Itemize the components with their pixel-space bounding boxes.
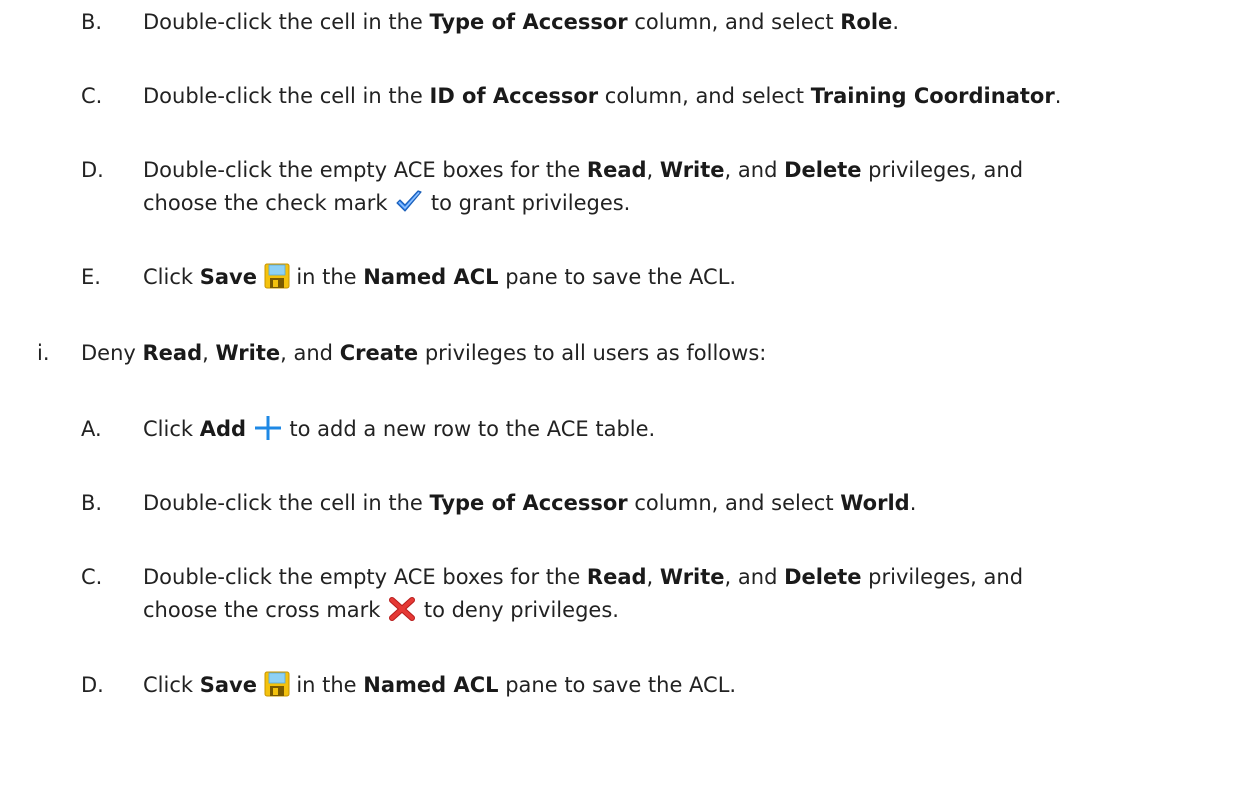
- text-segment: Deny: [81, 341, 143, 365]
- bold-term: Delete: [784, 565, 862, 589]
- bold-term: ID of Accessor: [429, 84, 599, 108]
- bold-term: Save: [199, 265, 257, 289]
- text-segment: choose the cross mark: [143, 598, 388, 622]
- text-segment: privileges, and: [861, 565, 1024, 589]
- bold-term: Delete: [784, 158, 862, 182]
- step-d1-text-line2: choose the check mark to grant privilege…: [143, 188, 630, 218]
- step-marker-e: E.: [81, 265, 101, 289]
- text-segment: Double-click the cell in the: [143, 491, 430, 515]
- text-segment: , and: [280, 341, 340, 365]
- bold-term: Type of Accessor: [429, 491, 628, 515]
- bold-term: Read: [142, 341, 203, 365]
- bold-term: Named ACL: [363, 265, 499, 289]
- bold-term: Named ACL: [363, 673, 499, 697]
- bold-term: Read: [586, 158, 647, 182]
- text-segment: Double-click the empty ACE boxes for the: [143, 158, 587, 182]
- text-segment: in the: [289, 265, 364, 289]
- step-c2-text-line2: choose the cross mark to deny privileges…: [143, 595, 619, 625]
- bold-term: Save: [199, 673, 257, 697]
- step-marker-d1: D.: [81, 158, 104, 182]
- text-segment: Double-click the empty ACE boxes for the: [143, 565, 587, 589]
- step-c2-text-line1: Double-click the empty ACE boxes for the…: [143, 562, 1023, 592]
- step-i-text: Deny Read, Write, and Create privileges …: [81, 338, 766, 368]
- add-icon: [253, 415, 283, 441]
- bold-term: Training Coordinator: [810, 84, 1055, 108]
- text-segment: Double-click the cell in the: [143, 84, 430, 108]
- text-segment: Double-click the cell in the: [143, 10, 430, 34]
- bold-term: Role: [840, 10, 893, 34]
- save-icon: [264, 263, 290, 289]
- text-segment: column, and select: [627, 10, 841, 34]
- step-marker-b2: B.: [81, 491, 103, 515]
- text-segment: to grant privileges.: [424, 191, 631, 215]
- text-segment: to deny privileges.: [417, 598, 619, 622]
- bold-term: Create: [339, 341, 419, 365]
- bold-term: Write: [215, 341, 281, 365]
- bold-term: Write: [659, 158, 725, 182]
- text-segment: Click: [143, 417, 200, 441]
- text-segment: Click: [143, 673, 200, 697]
- text-segment: .: [909, 491, 917, 515]
- checkmark-icon: [394, 189, 424, 215]
- text-segment: privileges to all users as follows:: [418, 341, 767, 365]
- bold-term: Read: [586, 565, 647, 589]
- text-segment: , and: [724, 158, 785, 182]
- text-segment: ,: [202, 341, 216, 365]
- text-segment: privileges, and: [861, 158, 1024, 182]
- text-segment: pane to save the ACL.: [498, 265, 737, 289]
- step-marker-b1: B.: [81, 10, 103, 34]
- bold-term: World: [840, 491, 910, 515]
- text-segment: ,: [646, 158, 660, 182]
- text-segment: Click: [143, 265, 200, 289]
- step-a-text: Click Add to add a new row to the ACE ta…: [143, 414, 655, 444]
- text-segment: column, and select: [598, 84, 811, 108]
- text-segment: .: [1054, 84, 1062, 108]
- text-segment: pane to save the ACL.: [498, 673, 737, 697]
- step-marker-i: i.: [37, 341, 50, 365]
- cross-icon: [387, 596, 417, 622]
- text-segment: choose the check mark: [143, 191, 395, 215]
- bold-term: Type of Accessor: [429, 10, 628, 34]
- step-b1-text: Double-click the cell in the Type of Acc…: [143, 7, 899, 37]
- save-icon: [264, 671, 290, 697]
- step-d2-text: Click Save in the Named ACL pane to save…: [143, 670, 736, 700]
- step-marker-d2: D.: [81, 673, 104, 697]
- text-segment: in the: [289, 673, 364, 697]
- text-segment: column, and select: [627, 491, 841, 515]
- step-marker-a: A.: [81, 417, 102, 441]
- step-c1-text: Double-click the cell in the ID of Acces…: [143, 81, 1061, 111]
- step-b2-text: Double-click the cell in the Type of Acc…: [143, 488, 916, 518]
- bold-term: Write: [659, 565, 725, 589]
- text-segment: .: [892, 10, 899, 34]
- text-segment: , and: [724, 565, 785, 589]
- step-e-text: Click Save in the Named ACL pane to save…: [143, 262, 736, 292]
- bold-term: Add: [199, 417, 247, 441]
- step-marker-c1: C.: [81, 84, 103, 108]
- step-d1-text-line1: Double-click the empty ACE boxes for the…: [143, 155, 1023, 185]
- text-segment: ,: [646, 565, 660, 589]
- text-segment: to add a new row to the ACE table.: [282, 417, 656, 441]
- step-marker-c2: C.: [81, 565, 103, 589]
